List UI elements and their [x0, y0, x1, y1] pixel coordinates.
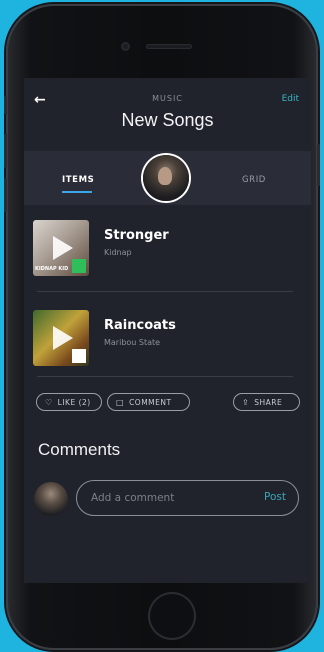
edit-button[interactable]: Edit [282, 94, 299, 104]
comments-heading: Comments [38, 440, 121, 459]
album-art [33, 310, 89, 366]
song-title: Stronger [104, 228, 169, 243]
album-art-text: KIDNAP KID [35, 266, 69, 272]
song-artist: Kidnap [104, 248, 132, 257]
page-title: New Songs [121, 110, 214, 130]
volume-up-button [4, 134, 7, 168]
share-label: SHARE [254, 397, 283, 407]
album-badge [72, 259, 86, 273]
post-button[interactable]: Post [264, 491, 286, 503]
song-item-stronger[interactable]: KIDNAP KID Stronger Kidnap [33, 220, 293, 280]
album-badge [72, 349, 86, 363]
comment-placeholder: Add a comment [91, 492, 175, 504]
upload-icon: ⇪ [242, 397, 250, 407]
action-bar: ♡ LIKE (2) □ COMMENT ⇪ SHARE [36, 393, 300, 413]
song-item-raincoats[interactable]: Raincoats Maribou State [33, 310, 293, 370]
play-icon[interactable] [53, 236, 73, 260]
song-title: Raincoats [104, 318, 176, 333]
comment-label: COMMENT [129, 397, 172, 407]
tab-bar: ITEMS GRID [24, 151, 311, 205]
song-artist: Maribou State [104, 338, 161, 347]
comment-button[interactable]: □ COMMENT [107, 393, 190, 411]
user-avatar [34, 482, 68, 516]
like-label: LIKE (2) [57, 397, 91, 407]
comment-icon: □ [116, 397, 125, 407]
home-button[interactable] [148, 592, 196, 640]
divider [37, 291, 293, 292]
play-icon[interactable] [53, 326, 73, 350]
tab-items[interactable]: ITEMS [62, 175, 94, 185]
earpiece-speaker [146, 44, 192, 49]
tab-grid[interactable]: GRID [242, 175, 266, 185]
power-button [317, 144, 320, 186]
mute-switch [4, 96, 7, 114]
front-camera [121, 42, 130, 51]
app-screen: ← MUSIC Edit New Songs ITEMS GRID KIDNAP… [24, 78, 311, 583]
share-button[interactable]: ⇪ SHARE [233, 393, 300, 411]
section-label: MUSIC [152, 94, 183, 103]
comment-input[interactable]: Add a comment Post [76, 480, 299, 516]
volume-down-button [4, 178, 7, 212]
divider [37, 376, 293, 377]
like-button[interactable]: ♡ LIKE (2) [36, 393, 102, 411]
album-art: KIDNAP KID [33, 220, 89, 276]
profile-avatar[interactable] [143, 155, 189, 201]
comment-composer: Add a comment Post [34, 480, 300, 518]
heart-icon: ♡ [45, 397, 53, 407]
tab-active-indicator [62, 191, 92, 193]
top-bar: ← MUSIC Edit New Songs [24, 78, 311, 151]
